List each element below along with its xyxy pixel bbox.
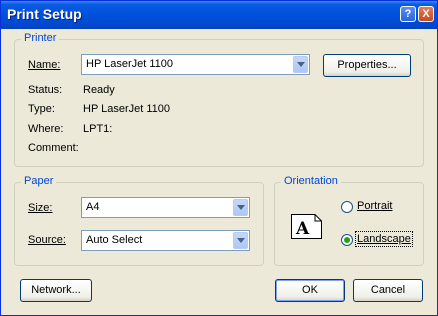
network-button[interactable]: Network...	[20, 279, 92, 302]
paper-group-label: Paper	[21, 175, 57, 187]
ok-button[interactable]: OK	[275, 279, 345, 302]
type-label: Type:	[28, 103, 55, 115]
size-label: Size:	[28, 202, 53, 214]
type-value: HP LaserJet 1100	[83, 103, 171, 115]
chevron-down-icon[interactable]	[293, 56, 308, 73]
status-value: Ready	[83, 84, 115, 96]
paper-size-value: A4	[86, 201, 100, 213]
printer-group-label: Printer	[21, 32, 60, 44]
close-icon: X	[422, 8, 430, 20]
paper-source-select[interactable]: Auto Select	[81, 230, 250, 251]
printer-name-value: HP LaserJet 1100	[86, 58, 174, 70]
chevron-down-icon[interactable]	[233, 232, 248, 249]
status-label: Status:	[28, 84, 63, 96]
paper-size-select[interactable]: A4	[81, 197, 250, 218]
chevron-down-icon[interactable]	[233, 199, 248, 216]
comment-label: Comment:	[28, 142, 79, 154]
landscape-page-icon: A	[291, 214, 322, 239]
paper-group: Paper	[14, 175, 264, 266]
close-button[interactable]: X	[418, 6, 434, 22]
portrait-radio[interactable]	[341, 201, 353, 213]
source-label: Source:	[28, 234, 66, 246]
orientation-group-label: Orientation	[281, 175, 341, 187]
page-icon-letter: A	[295, 219, 310, 239]
name-label: Name:	[28, 59, 61, 71]
properties-button[interactable]: Properties...	[323, 54, 411, 77]
dialog-title: Print Setup	[7, 6, 82, 22]
help-button[interactable]: ?	[400, 6, 416, 22]
portrait-label[interactable]: Portrait	[357, 200, 392, 212]
paper-source-value: Auto Select	[86, 234, 143, 246]
printer-name-select[interactable]: HP LaserJet 1100	[81, 54, 310, 75]
landscape-label[interactable]: Landscape	[355, 231, 413, 247]
landscape-radio[interactable]	[341, 234, 353, 246]
where-value: LPT1:	[83, 123, 113, 135]
title-bar[interactable]: Print Setup ? X	[1, 1, 437, 29]
cancel-button[interactable]: Cancel	[353, 279, 423, 302]
where-label: Where:	[28, 123, 64, 135]
print-setup-dialog: Print Setup ? X Printer Name: HP LaserJe…	[0, 0, 438, 316]
